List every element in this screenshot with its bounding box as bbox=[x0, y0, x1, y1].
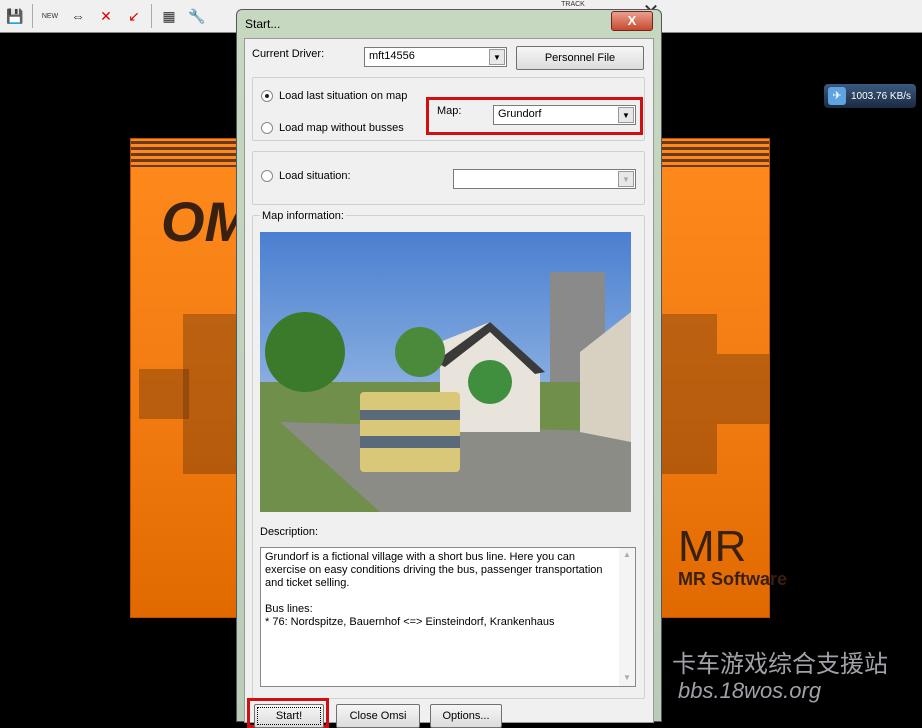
personnel-file-button[interactable]: Personnel File bbox=[516, 46, 644, 70]
radio-unchecked[interactable] bbox=[261, 122, 273, 134]
chevron-down-icon[interactable]: ▼ bbox=[618, 107, 634, 123]
radio-load-no-busses[interactable]: Load map without busses bbox=[261, 122, 404, 134]
chevron-down-icon[interactable]: ▼ bbox=[618, 171, 634, 187]
map-label: Map: bbox=[437, 105, 462, 117]
current-driver-label: Current Driver: bbox=[252, 48, 325, 60]
driver-select[interactable]: mft14556 ▼ bbox=[364, 47, 507, 67]
map-select[interactable]: Grundorf ▼ bbox=[493, 105, 636, 125]
scroll-down-icon[interactable]: ▼ bbox=[619, 671, 635, 684]
network-icon: ✈ bbox=[828, 87, 846, 105]
driver-value: mft14556 bbox=[369, 50, 415, 62]
radio-label: Load last situation on map bbox=[279, 90, 408, 102]
map-preview-image bbox=[260, 232, 631, 512]
description-textarea[interactable]: Grundorf is a fictional village with a s… bbox=[260, 547, 636, 687]
map-value: Grundorf bbox=[498, 108, 542, 120]
stripes bbox=[131, 141, 237, 167]
close-button[interactable]: X bbox=[611, 11, 653, 31]
close-omsi-button[interactable]: Close Omsi bbox=[336, 704, 420, 728]
divider bbox=[32, 4, 33, 28]
scrollbar[interactable]: ▲ ▼ bbox=[619, 548, 635, 686]
dialog-title: Start... bbox=[245, 17, 281, 31]
track-icon[interactable]: TRACK bbox=[558, 0, 588, 9]
new-bus-icon[interactable]: NEW bbox=[39, 5, 61, 27]
radio-load-situation[interactable]: Load situation: bbox=[261, 170, 351, 182]
radio-checked[interactable] bbox=[261, 90, 273, 102]
divider bbox=[151, 4, 152, 28]
mr-software-logo: MR MR Software bbox=[678, 522, 788, 590]
watermark-url: bbs.18wos.org bbox=[678, 678, 822, 703]
splash-left: OM bbox=[130, 138, 238, 618]
wrench-icon[interactable]: 🔧 bbox=[186, 5, 208, 27]
network-speed: 1003.76 KB/s bbox=[851, 90, 912, 102]
chevron-down-icon[interactable]: ▼ bbox=[489, 49, 505, 65]
omsi-logo: OM bbox=[161, 190, 237, 253]
dialog-body: Current Driver: mft14556 ▼ Personnel File… bbox=[244, 38, 654, 728]
radio-unchecked[interactable] bbox=[261, 170, 273, 182]
bus-image bbox=[139, 369, 189, 419]
options-button[interactable]: Options... bbox=[430, 704, 502, 728]
watermark-title: 卡车游戏综合支援站 bbox=[672, 650, 888, 678]
pointer-icon[interactable]: ↙ bbox=[123, 5, 145, 27]
start-button[interactable]: Start! bbox=[254, 704, 324, 728]
radio-load-last[interactable]: Load last situation on map bbox=[261, 90, 407, 102]
radio-label: Load map without busses bbox=[279, 122, 404, 134]
map-info-label: Map information: bbox=[260, 210, 346, 222]
radio-label: Load situation: bbox=[279, 170, 351, 182]
stripes bbox=[661, 141, 769, 167]
save-icon[interactable]: 💾 bbox=[4, 5, 26, 27]
description-text: Grundorf is a fictional village with a s… bbox=[265, 551, 603, 628]
bus-image bbox=[717, 354, 769, 424]
swap-bus-icon[interactable]: ⇔ bbox=[67, 5, 89, 27]
delete-bus-icon[interactable]: ✕ bbox=[95, 5, 117, 27]
scroll-up-icon[interactable]: ▲ bbox=[619, 548, 635, 561]
network-speed-widget: ✈ 1003.76 KB/s bbox=[824, 84, 916, 108]
calendar-icon[interactable]: ▦ bbox=[158, 5, 180, 27]
bus-image bbox=[183, 314, 237, 474]
bus-image bbox=[661, 314, 717, 474]
description-label: Description: bbox=[260, 526, 319, 538]
start-dialog: Start... X Current Driver: mft14556 ▼ Per… bbox=[236, 9, 662, 728]
situation-select[interactable]: ▼ bbox=[453, 169, 636, 189]
